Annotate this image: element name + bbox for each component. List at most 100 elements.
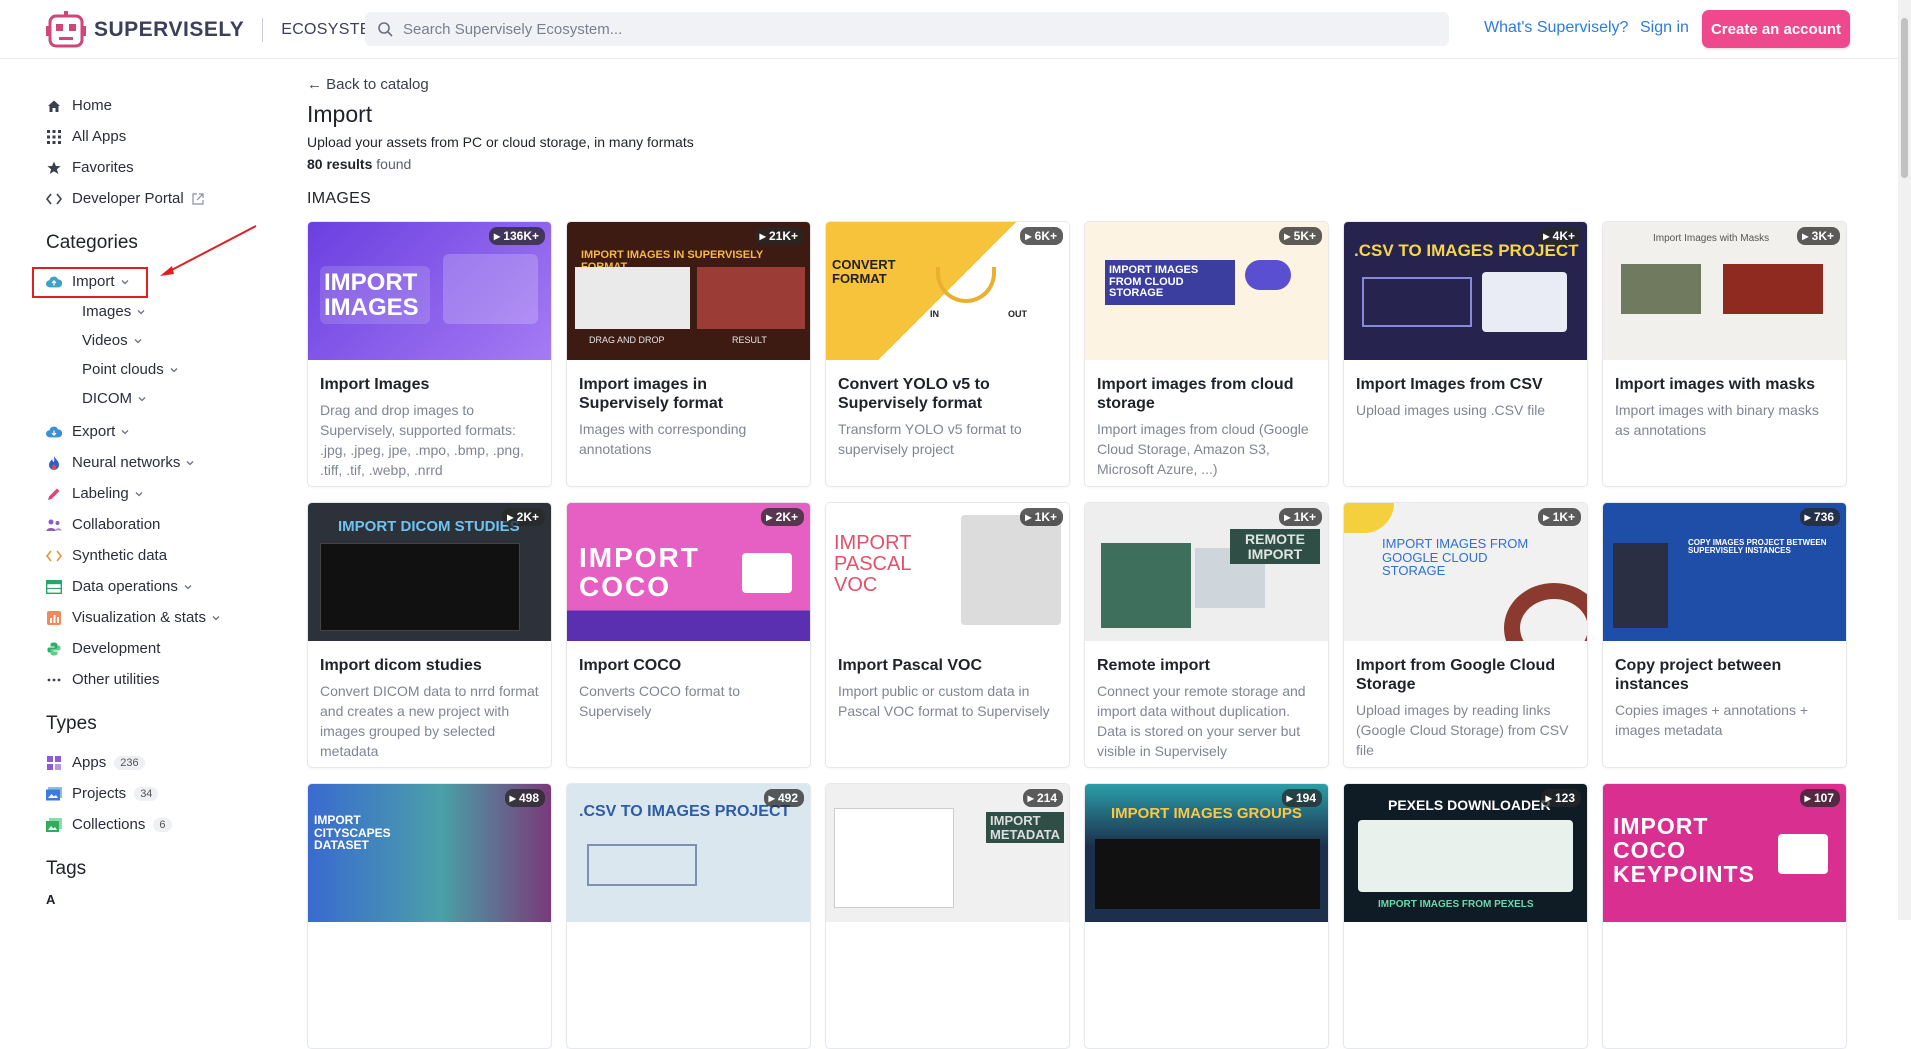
- card-thumbnail: IMPORT IMAGES FROM CLOUD STORAGE ▸ 5K+: [1085, 222, 1328, 360]
- sidebar-item-developer-portal[interactable]: Developer Portal: [46, 183, 266, 214]
- code-icon: [46, 191, 62, 207]
- thumb-result: [697, 267, 805, 329]
- thumb-folder-panel: [443, 254, 538, 324]
- app-card[interactable]: IMPORT METADATA ▸ 214: [825, 783, 1070, 1049]
- sidebar-item-favorites[interactable]: Favorites: [46, 152, 266, 183]
- sidebar-item-development[interactable]: Development: [46, 633, 266, 664]
- card-title: Copy project between instances: [1615, 657, 1782, 693]
- chevron-down-icon: [135, 491, 143, 496]
- page-scrollbar[interactable]: [1898, 0, 1911, 920]
- sidebar-subitem-label: Videos: [82, 332, 128, 349]
- app-card[interactable]: .CSV TO IMAGES PROJECT ▸ 4K+ Import Imag…: [1343, 221, 1588, 487]
- card-thumbnail: CONVERT FORMAT IN OUT ▸ 6K+: [826, 222, 1069, 360]
- chevron-down-icon: [137, 309, 145, 314]
- search-icon: [378, 22, 393, 37]
- app-card[interactable]: IMPORT IMAGES IN SUPERVISELY FORMAT DRAG…: [566, 221, 811, 487]
- star-icon: [46, 160, 62, 176]
- app-card[interactable]: IMPORT IMAGES GROUPS ▸ 194: [1084, 783, 1329, 1049]
- thumb-sublabel: RESULT: [732, 335, 767, 345]
- sidebar-subitem-images[interactable]: Images: [46, 297, 266, 326]
- sidebar-item-visualization[interactable]: Visualization & stats: [46, 602, 266, 633]
- sidebar-item-labeling[interactable]: Labeling: [46, 478, 266, 509]
- app-card[interactable]: IMPORT COCO KEYPOINTS ▸ 107: [1602, 783, 1847, 1049]
- install-count: 123: [1554, 791, 1575, 805]
- sign-in-link[interactable]: Sign in: [1640, 19, 1689, 37]
- install-count: 3K+: [1811, 229, 1834, 243]
- app-card[interactable]: CONVERT FORMAT IN OUT ▸ 6K+ Convert YOLO…: [825, 221, 1070, 487]
- tags-heading: Tags: [46, 858, 87, 879]
- install-count-badge: ▸ 1K+: [1538, 508, 1581, 526]
- install-count-badge: ▸ 492: [763, 789, 804, 807]
- install-count-badge: ▸ 21K+: [754, 227, 804, 245]
- install-count: 107: [1813, 791, 1834, 805]
- app-card[interactable]: PEXELS DOWNLOADER IMPORT IMAGES FROM PEX…: [1343, 783, 1588, 1049]
- card-title: Import dicom studies: [320, 657, 482, 674]
- sidebar-item-label: Data operations: [72, 578, 178, 595]
- install-count: 1K+: [1552, 510, 1575, 524]
- search-bar[interactable]: [365, 12, 1449, 46]
- app-card[interactable]: IMPORT COCO ▸ 2K+ Import COCO Converts C…: [566, 502, 811, 768]
- search-input[interactable]: [403, 20, 1403, 38]
- sidebar-subitem-videos[interactable]: Videos: [46, 326, 266, 355]
- app-card[interactable]: COPY IMAGES PROJECT BETWEEN SUPERVISELY …: [1602, 502, 1847, 768]
- sidebar-subitem-point-clouds[interactable]: Point clouds: [46, 355, 266, 384]
- install-count-badge: ▸ 6K+: [1020, 227, 1063, 245]
- thumb-screenshot: [834, 808, 954, 908]
- card-thumbnail: IMPORT PASCAL VOC ▸ 1K+: [826, 503, 1069, 641]
- thumb-text: COPY IMAGES PROJECT BETWEEN SUPERVISELY …: [1688, 538, 1827, 556]
- app-card[interactable]: IMPORT CITYSCAPES DATASET ▸ 498: [307, 783, 552, 1049]
- card-thumbnail: IMPORT COCO KEYPOINTS ▸ 107: [1603, 784, 1846, 922]
- thumb-photo: [1778, 834, 1828, 874]
- thumb-text: IMPORT PASCAL VOC: [834, 532, 912, 596]
- card-description: Converts COCO format to Supervisely: [579, 683, 741, 719]
- sidebar-item-neural-networks[interactable]: Neural networks: [46, 447, 266, 478]
- types-heading: Types: [46, 713, 97, 734]
- app-card[interactable]: .CSV TO IMAGES PROJECT ▸ 492: [566, 783, 811, 1049]
- app-card[interactable]: Import Images with Masks ▸ 3K+ Import im…: [1602, 221, 1847, 487]
- back-to-catalog-link[interactable]: ← Back to catalog: [307, 76, 694, 93]
- card-title: Import from Google Cloud Storage: [1356, 657, 1556, 693]
- thumb-text: REMOTE IMPORT: [1230, 529, 1320, 565]
- logo[interactable]: SUPERVISELY ECOSYSTEM: [46, 10, 384, 50]
- sidebar-item-label: Collaboration: [72, 516, 161, 533]
- app-card[interactable]: IMPORT PASCAL VOC ▸ 1K+ Import Pascal VO…: [825, 502, 1070, 768]
- install-count-badge: ▸ 5K+: [1279, 227, 1322, 245]
- sidebar-item-other-utilities[interactable]: Other utilities: [46, 664, 266, 695]
- sidebar-item-label: Visualization & stats: [72, 609, 206, 626]
- create-account-button[interactable]: Create an account: [1702, 10, 1850, 48]
- thumb-text: Import Images with Masks: [1653, 233, 1770, 244]
- card-thumbnail: IMPORT METADATA ▸ 214: [826, 784, 1069, 922]
- sidebar-item-synthetic-data[interactable]: Synthetic data: [46, 540, 266, 571]
- app-card[interactable]: REMOTE IMPORT ▸ 1K+ Remote import Connec…: [1084, 502, 1329, 768]
- sidebar-item-projects[interactable]: Projects 34: [46, 778, 266, 809]
- app-card[interactable]: IMPORT IMAGES FROM CLOUD STORAGE ▸ 5K+ I…: [1084, 221, 1329, 487]
- thumb-text: IMPORT DICOM STUDIES: [338, 518, 520, 535]
- card-title: Import Pascal VOC: [838, 657, 983, 674]
- sidebar-item-home[interactable]: Home: [46, 90, 266, 121]
- install-count: 2K+: [775, 510, 798, 524]
- card-thumbnail: .CSV TO IMAGES PROJECT ▸ 492: [567, 784, 810, 922]
- sidebar-subitem-dicom[interactable]: DICOM: [46, 384, 266, 413]
- install-count: 21K+: [768, 229, 798, 243]
- install-count: 2K+: [516, 510, 539, 524]
- sidebar-item-collections[interactable]: Collections 6: [46, 809, 266, 840]
- app-card[interactable]: IMPORT IMAGES FROM GOOGLE CLOUD STORAGE …: [1343, 502, 1588, 768]
- sidebar-item-apps[interactable]: Apps 236: [46, 747, 266, 778]
- sidebar-item-collaboration[interactable]: Collaboration: [46, 509, 266, 540]
- whats-supervisely-link[interactable]: What's Supervisely?: [1484, 19, 1628, 37]
- sidebar-item-all-apps[interactable]: All Apps: [46, 121, 266, 152]
- card-thumbnail: PEXELS DOWNLOADER IMPORT IMAGES FROM PEX…: [1344, 784, 1587, 922]
- results-number: 80 results: [307, 156, 373, 172]
- thumb-grid: [1095, 839, 1320, 909]
- install-count-badge: ▸ 2K+: [502, 508, 545, 526]
- thumb-text: IMPORT COCO KEYPOINTS: [1613, 813, 1755, 888]
- app-card[interactable]: IMPORT DICOM STUDIES ▸ 2K+ Import dicom …: [307, 502, 552, 768]
- sidebar-item-data-operations[interactable]: Data operations: [46, 571, 266, 602]
- install-count: 736: [1813, 510, 1834, 524]
- card-thumbnail: IMPORT DICOM STUDIES ▸ 2K+: [308, 503, 551, 641]
- app-card[interactable]: IMPORT IMAGES ▸ 136K+ Import Images Drag…: [307, 221, 552, 487]
- sidebar-item-export[interactable]: Export: [46, 416, 266, 447]
- chevron-down-icon: [134, 338, 142, 343]
- scrollbar-thumb[interactable]: [1901, 18, 1908, 178]
- sidebar-item-label: Development: [72, 640, 161, 657]
